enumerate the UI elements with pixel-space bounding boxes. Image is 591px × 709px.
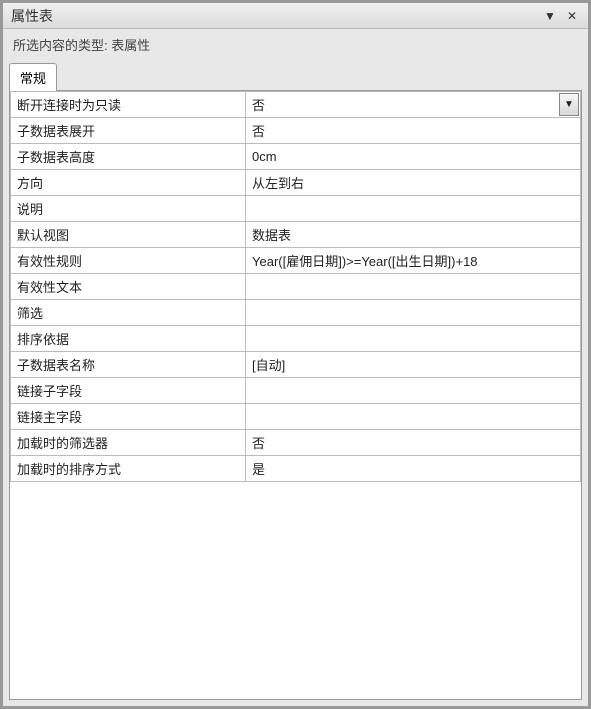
property-value-cell[interactable]: 否▼	[246, 92, 581, 118]
property-value: 否	[252, 95, 265, 114]
tab-general[interactable]: 常规	[9, 63, 57, 91]
property-row: 链接子字段	[11, 378, 581, 404]
property-value-cell[interactable]: 否	[246, 118, 581, 144]
property-label[interactable]: 默认视图	[11, 222, 246, 248]
property-row: 加载时的排序方式是	[11, 456, 581, 482]
property-label[interactable]: 排序依据	[11, 326, 246, 352]
subtitle-prefix: 所选内容的类型:	[13, 38, 108, 53]
property-value: 否	[252, 433, 265, 452]
property-value-cell[interactable]: 否	[246, 430, 581, 456]
property-label[interactable]: 加载时的排序方式	[11, 456, 246, 482]
property-row: 链接主字段	[11, 404, 581, 430]
property-value-cell[interactable]: 从左到右	[246, 170, 581, 196]
property-row: 说明	[11, 196, 581, 222]
property-grid: 断开连接时为只读否▼子数据表展开否子数据表高度0cm方向从左到右说明默认视图数据…	[9, 90, 582, 700]
property-row: 加载时的筛选器否	[11, 430, 581, 456]
property-label[interactable]: 有效性规则	[11, 248, 246, 274]
titlebar: 属性表 ▼ ✕	[3, 3, 588, 29]
property-value: 是	[252, 459, 265, 478]
dropdown-button[interactable]: ▼	[559, 93, 579, 116]
property-value-cell[interactable]	[246, 326, 581, 352]
property-row: 子数据表名称 [自动]	[11, 352, 581, 378]
property-value-cell[interactable]: 0cm	[246, 144, 581, 170]
property-row: 筛选	[11, 300, 581, 326]
property-value: 从左到右	[252, 173, 304, 192]
property-value: Year([雇佣日期])>=Year([出生日期])+18	[252, 251, 478, 270]
property-value-cell[interactable]: 数据表	[246, 222, 581, 248]
titlebar-controls: ▼ ✕	[542, 9, 580, 23]
property-value-cell[interactable]: [自动]	[246, 352, 581, 378]
property-row: 子数据表展开否	[11, 118, 581, 144]
property-value-cell[interactable]	[246, 404, 581, 430]
close-icon[interactable]: ✕	[564, 9, 580, 23]
property-row: 排序依据	[11, 326, 581, 352]
tab-bar: 常规	[3, 62, 588, 90]
property-value: 数据表	[252, 225, 291, 244]
minimize-icon[interactable]: ▼	[542, 9, 558, 23]
property-value: 0cm	[252, 149, 277, 164]
property-label[interactable]: 说明	[11, 196, 246, 222]
property-value-cell[interactable]	[246, 378, 581, 404]
property-value-cell[interactable]	[246, 300, 581, 326]
property-label[interactable]: 加载时的筛选器	[11, 430, 246, 456]
property-label[interactable]: 有效性文本	[11, 274, 246, 300]
property-value-cell[interactable]	[246, 196, 581, 222]
chevron-down-icon: ▼	[564, 99, 574, 110]
property-label[interactable]: 断开连接时为只读	[11, 92, 246, 118]
property-label[interactable]: 子数据表高度	[11, 144, 246, 170]
property-label[interactable]: 链接子字段	[11, 378, 246, 404]
property-value-cell[interactable]: 是	[246, 456, 581, 482]
property-row: 有效性规则 Year([雇佣日期])>=Year([出生日期])+18	[11, 248, 581, 274]
property-value-cell[interactable]	[246, 274, 581, 300]
property-label[interactable]: 子数据表展开	[11, 118, 246, 144]
property-label[interactable]: 方向	[11, 170, 246, 196]
panel-title: 属性表	[11, 6, 53, 26]
property-label[interactable]: 筛选	[11, 300, 246, 326]
property-sheet-panel: 属性表 ▼ ✕ 所选内容的类型: 表属性 常规 断开连接时为只读否▼子数据表展开…	[0, 0, 591, 709]
subtitle-value: 表属性	[111, 38, 150, 53]
property-row: 子数据表高度 0cm	[11, 144, 581, 170]
selection-type-label: 所选内容的类型: 表属性	[3, 29, 588, 60]
property-value-cell[interactable]: Year([雇佣日期])>=Year([出生日期])+18	[246, 248, 581, 274]
property-row: 默认视图数据表	[11, 222, 581, 248]
property-row: 有效性文本	[11, 274, 581, 300]
property-table: 断开连接时为只读否▼子数据表展开否子数据表高度0cm方向从左到右说明默认视图数据…	[10, 91, 581, 482]
property-label[interactable]: 链接主字段	[11, 404, 246, 430]
property-label[interactable]: 子数据表名称	[11, 352, 246, 378]
property-value: [自动]	[252, 355, 285, 374]
property-row: 断开连接时为只读否▼	[11, 92, 581, 118]
property-row: 方向从左到右	[11, 170, 581, 196]
property-value: 否	[252, 121, 265, 140]
